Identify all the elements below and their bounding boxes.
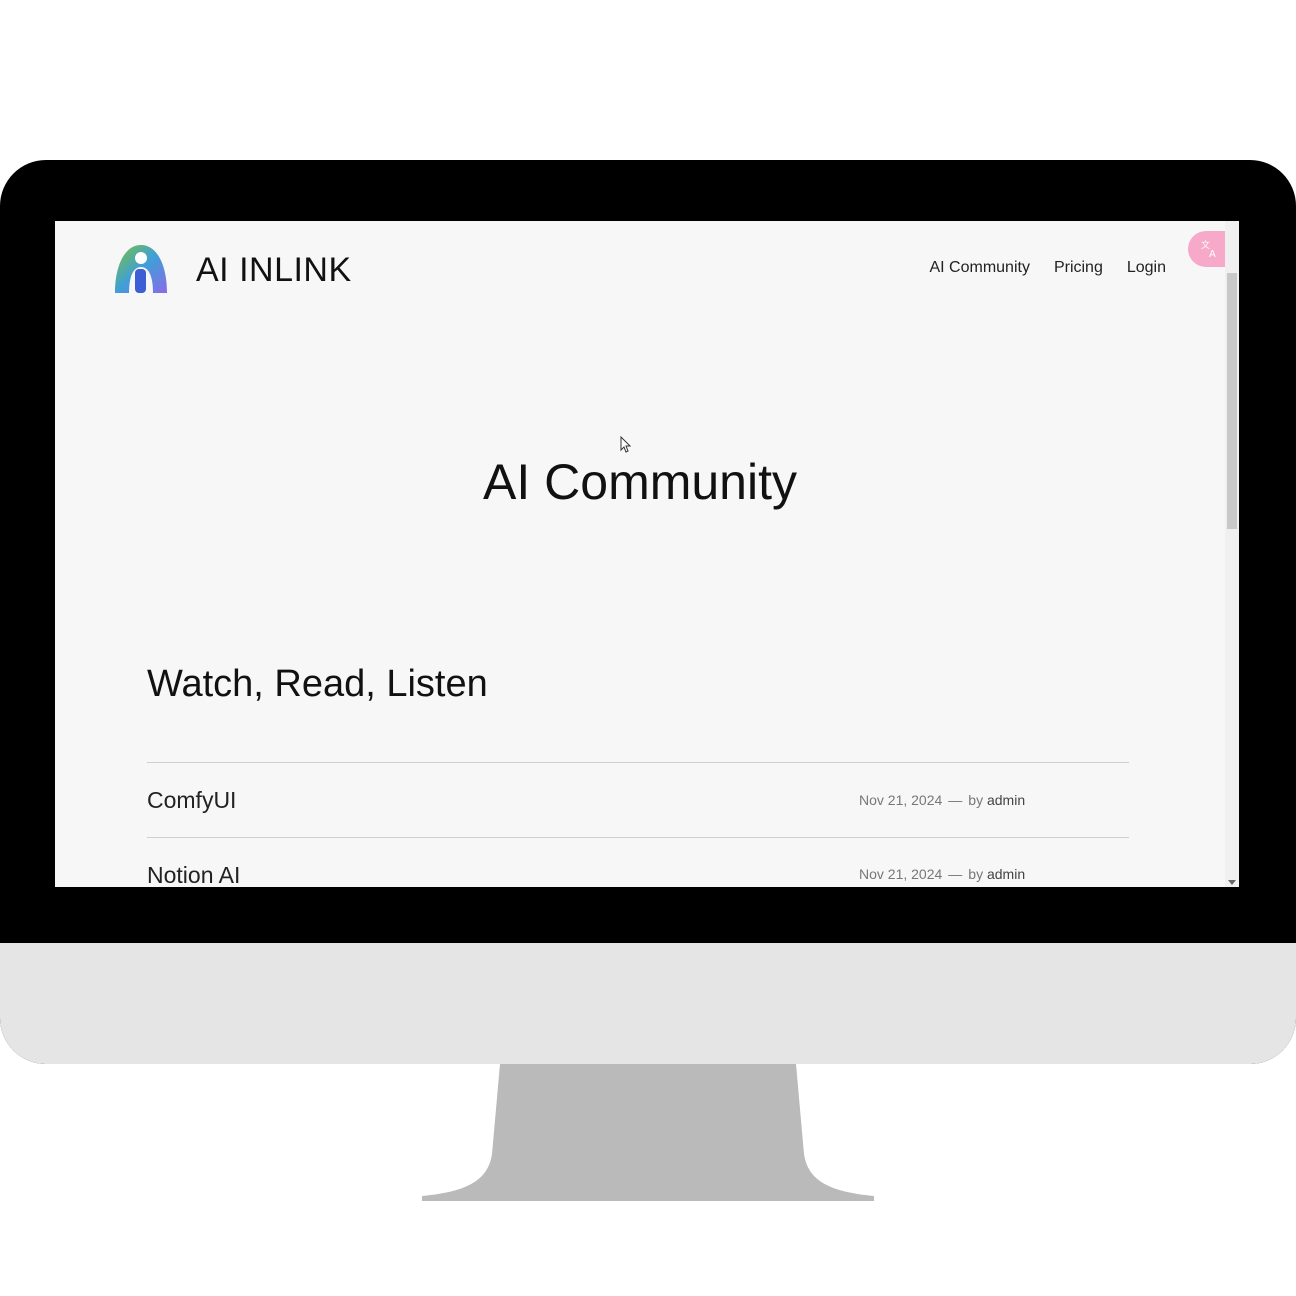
post-title-link[interactable]: Notion AI [147, 862, 240, 887]
meta-separator: — [948, 866, 963, 882]
post-title-link[interactable]: ComfyUI [147, 787, 236, 814]
post-meta: Nov 21, 2024 — by admin [859, 792, 1025, 808]
divider [147, 837, 1129, 838]
monitor-chin [0, 943, 1296, 1064]
divider [147, 762, 1129, 763]
post-meta: Nov 21, 2024 — by admin [859, 866, 1025, 882]
post-author-link[interactable]: admin [987, 792, 1025, 808]
svg-text:A: A [1209, 249, 1216, 260]
nav-item-login[interactable]: Login [1127, 259, 1166, 277]
post-date: Nov 21, 2024 [859, 866, 943, 882]
nav-item-pricing[interactable]: Pricing [1054, 259, 1103, 277]
monitor-stand [422, 1064, 874, 1201]
post-by-label: by [968, 792, 984, 808]
ai-inlink-logo-icon[interactable] [113, 243, 169, 295]
scrollbar-thumb[interactable] [1227, 273, 1237, 529]
page-title: AI Community [483, 454, 797, 510]
vertical-scrollbar[interactable] [1225, 221, 1239, 887]
meta-separator: — [948, 792, 963, 808]
section-title: Watch, Read, Listen [147, 663, 488, 705]
post-date: Nov 21, 2024 [859, 792, 943, 808]
nav-item-ai-community[interactable]: AI Community [929, 259, 1029, 277]
site-header: AI INLINK AI Community Pricing Login 文 A [55, 221, 1232, 321]
browser-viewport: AI INLINK AI Community Pricing Login 文 A… [55, 221, 1239, 887]
mouse-cursor-icon [620, 436, 632, 453]
scroll-down-arrow-icon[interactable] [1228, 880, 1236, 885]
main-nav: AI Community Pricing Login [929, 259, 1166, 277]
post-by-label: by [968, 866, 984, 882]
translate-icon: 文 A [1201, 239, 1216, 260]
post-author-link[interactable]: admin [987, 866, 1025, 882]
brand-name[interactable]: AI INLINK [196, 251, 352, 290]
monitor-frame: AI INLINK AI Community Pricing Login 文 A… [0, 160, 1296, 1064]
